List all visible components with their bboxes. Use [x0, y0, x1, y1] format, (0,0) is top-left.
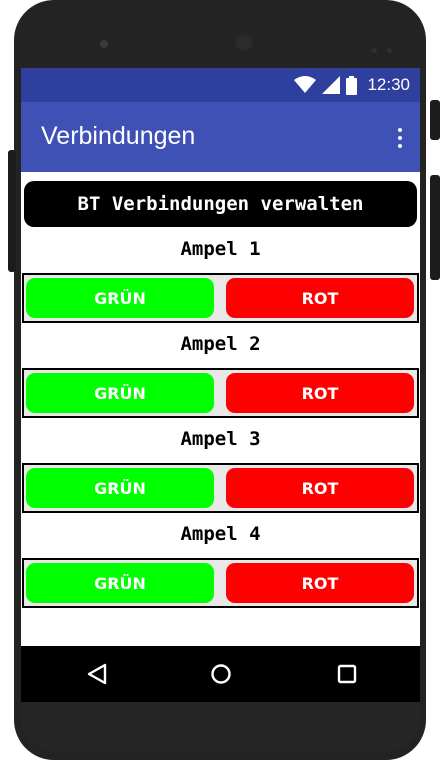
group-label-ampel-1: Ampel 1 [180, 238, 261, 260]
front-camera-icon [100, 40, 108, 48]
overflow-menu-icon[interactable] [398, 128, 404, 148]
status-bar: 12:30 [21, 68, 420, 102]
ampel-2-green-button[interactable]: GRÜN [26, 373, 214, 413]
volume-button [8, 150, 16, 272]
status-icons: 12:30 [294, 74, 410, 96]
recents-icon[interactable] [334, 661, 360, 687]
signal-icon [322, 76, 341, 94]
speaker-icon [234, 33, 254, 53]
button-row-ampel-1: GRÜN ROT [22, 273, 419, 323]
ampel-1-green-button[interactable]: GRÜN [26, 278, 214, 318]
ampel-4-red-button[interactable]: ROT [226, 563, 414, 603]
ampel-3-green-button[interactable]: GRÜN [26, 468, 214, 508]
wifi-icon [294, 76, 317, 93]
back-icon[interactable] [85, 661, 111, 687]
status-time: 12:30 [367, 75, 410, 94]
ampel-1-red-button[interactable]: ROT [226, 278, 414, 318]
button-row-ampel-3: GRÜN ROT [22, 463, 419, 513]
ampel-2-red-button[interactable]: ROT [226, 373, 414, 413]
button-row-ampel-2: GRÜN ROT [22, 368, 419, 418]
ampel-3-red-button[interactable]: ROT [226, 468, 414, 508]
home-icon[interactable] [208, 661, 234, 687]
group-label-ampel-2: Ampel 2 [180, 333, 261, 355]
group-label-ampel-3: Ampel 3 [180, 428, 261, 450]
power-button [430, 175, 440, 280]
battery-icon [346, 75, 358, 95]
manage-connections-button[interactable]: BT Verbindungen verwalten [24, 181, 417, 227]
app-title: Verbindungen [41, 122, 196, 150]
bottom-bezel [21, 702, 420, 752]
content-area: BT Verbindungen verwalten Ampel 1 GRÜN R… [21, 172, 420, 646]
side-button-top [430, 100, 440, 140]
app-bar: Verbindungen [21, 102, 420, 172]
sensor-icon [372, 38, 402, 53]
top-bezel [22, 0, 420, 70]
group-label-ampel-4: Ampel 4 [180, 523, 261, 545]
navigation-bar [21, 646, 420, 702]
ampel-4-green-button[interactable]: GRÜN [26, 563, 214, 603]
button-row-ampel-4: GRÜN ROT [22, 558, 419, 608]
screen: 12:30 Verbindungen BT Verbindungen verwa… [21, 68, 420, 702]
